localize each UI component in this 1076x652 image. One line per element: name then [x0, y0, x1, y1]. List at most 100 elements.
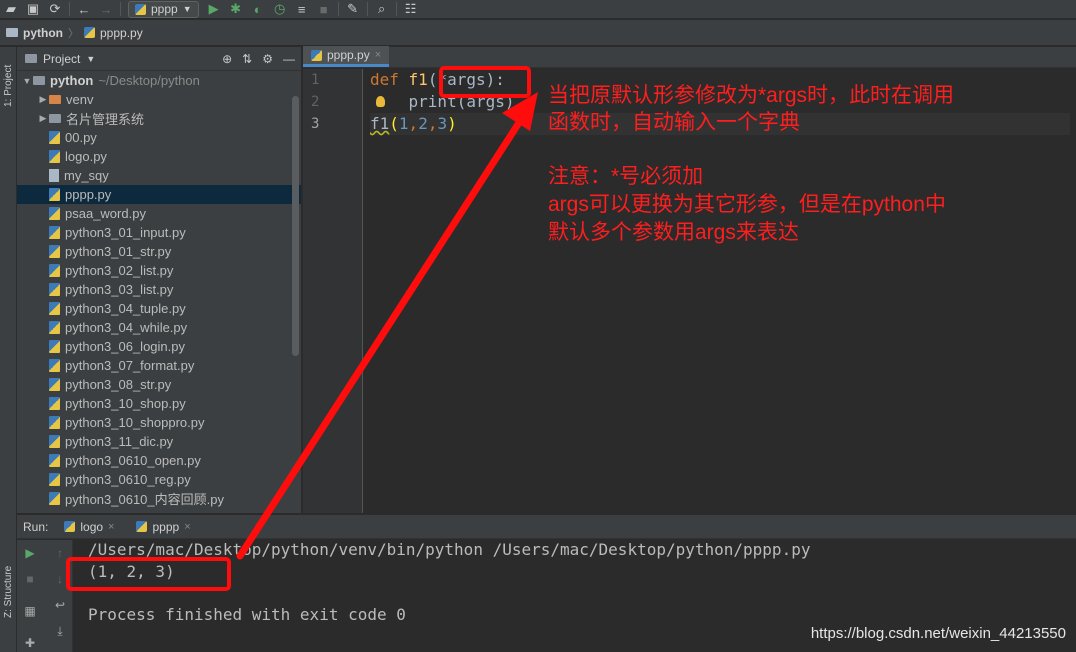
tree-item[interactable]: python3_10_shoppro.py [17, 413, 301, 432]
pin-icon[interactable]: ✚ [21, 634, 39, 652]
tab-pppp-py[interactable]: pppp.py × [303, 46, 390, 67]
tree-item-label: python3_01_input.py [65, 225, 186, 240]
close-tab-icon[interactable]: × [375, 49, 381, 61]
run-icon[interactable]: ▶ [203, 0, 225, 19]
expand-right-icon[interactable]: ▶ [37, 113, 49, 124]
tree-item[interactable]: python3_03_list.py [17, 280, 301, 299]
tree-item[interactable]: python3_07_format.py [17, 356, 301, 375]
tree-item[interactable]: ▶ 名片管理系统 [17, 109, 301, 128]
structure-tree-icon[interactable]: ☷ [400, 0, 422, 19]
tree-root-name: python [50, 73, 94, 88]
forward-arrow-icon[interactable]: → [95, 0, 117, 19]
tree-item[interactable]: 00.py [17, 128, 301, 147]
rerun-icon[interactable]: ▶ [21, 544, 39, 562]
tree-item-label: python3_10_shoppro.py [65, 415, 205, 430]
python-file-icon [49, 359, 60, 372]
open-folder-icon[interactable]: ▰ [0, 0, 22, 19]
run-tab-label: logo [80, 519, 104, 534]
breadcrumb: python 〉 pppp.py [0, 20, 1076, 46]
python-file-icon [49, 150, 60, 163]
tree-item[interactable]: logo.py [17, 147, 301, 166]
folder-icon [49, 95, 61, 104]
expand-down-icon[interactable]: ▼ [21, 76, 33, 86]
main-toolbar: ▰ ▣ ⟳ ← → pppp ▼ ▶ ✱ ◐ ◷ ≡ ■ ✎ ⌕ ☷ [0, 0, 1076, 19]
coverage-icon[interactable]: ◐ [247, 0, 269, 19]
run-config-label: pppp [151, 2, 178, 16]
save-icon[interactable]: ▣ [22, 0, 44, 19]
python-file-icon [49, 188, 60, 201]
structure-tool-tab[interactable]: Z: Structure [1, 552, 16, 632]
run-side-toolbar: ▶ ↑ ■ ↓ ▦ ↩ ⤓ ✚ [17, 540, 73, 652]
layout-icon[interactable]: ▦ [21, 602, 39, 620]
run-tab-logo[interactable]: logo × [58, 515, 120, 539]
tree-item[interactable]: python3_06_login.py [17, 337, 301, 356]
scroll-to-end-icon[interactable]: ⤓ [51, 622, 69, 640]
tree-item-label: venv [66, 92, 94, 107]
annotation-line-1: 当把原默认形参修改为*args时，此时在调用 [548, 84, 955, 107]
expand-right-icon[interactable]: ▶ [37, 94, 49, 105]
tree-item[interactable]: python3_0610_内容回顾.py [17, 489, 301, 508]
tree-root[interactable]: ▼ python ~/Desktop/python [17, 71, 301, 90]
python-file-icon [49, 340, 60, 353]
close-tab-icon[interactable]: × [184, 521, 190, 533]
tree-item[interactable]: python3_02_list.py [17, 261, 301, 280]
hide-panel-icon[interactable]: — [283, 52, 295, 66]
tree-item-label: python3_01_str.py [65, 244, 172, 259]
call-close-paren: ) [447, 114, 457, 133]
tree-item[interactable]: python3_0610_open.py [17, 451, 301, 470]
tree-item[interactable]: python3_01_input.py [17, 223, 301, 242]
tree-item[interactable]: ▶ venv [17, 90, 301, 109]
python-file-icon [49, 302, 60, 315]
function-call-name: f1 [370, 114, 390, 133]
breadcrumb-project[interactable]: python [23, 26, 63, 40]
close-tab-icon[interactable]: × [108, 521, 114, 533]
back-arrow-icon[interactable]: ← [73, 0, 95, 19]
stop-icon[interactable]: ■ [21, 570, 39, 588]
tree-item-label: python3_0610_open.py [65, 453, 201, 468]
collapse-all-icon[interactable]: ⇅ [242, 52, 252, 66]
python-file-icon [49, 207, 60, 220]
console-exit-message: Process finished with exit code 0 [88, 605, 406, 624]
tree-item[interactable]: python3_04_tuple.py [17, 299, 301, 318]
tree-item[interactable]: python3_11_dic.py [17, 432, 301, 451]
breadcrumb-file[interactable]: pppp.py [100, 26, 143, 40]
structure-tool-tab-label: Z: Structure [3, 565, 14, 619]
tree-item[interactable]: python3_01_str.py [17, 242, 301, 261]
stop-icon[interactable]: ■ [313, 0, 335, 19]
build-icon[interactable]: ≡ [291, 0, 313, 19]
soft-wrap-icon[interactable]: ↩ [51, 596, 69, 614]
settings-wrench-icon[interactable]: ✎ [342, 0, 364, 19]
toolbar-divider [120, 2, 121, 16]
tree-item[interactable]: my_sqy [17, 166, 301, 185]
annotation-line-4: args可以更换为其它形参，但是在python中 [548, 193, 946, 216]
tree-item-label: my_sqy [64, 168, 109, 183]
project-panel-header: Project ▼ ⊕ ⇅ ⚙ — [17, 47, 301, 71]
tree-item[interactable]: python3_10_shop.py [17, 394, 301, 413]
chevron-down-icon[interactable]: ▼ [86, 54, 95, 64]
python-file-icon [49, 321, 60, 334]
gear-icon[interactable]: ⚙ [262, 52, 273, 66]
debug-bug-icon[interactable]: ✱ [225, 0, 247, 19]
search-icon[interactable]: ⌕ [371, 0, 393, 19]
scrollbar-thumb[interactable] [292, 96, 299, 356]
tree-item[interactable]: pppp.py [17, 185, 301, 204]
profile-icon[interactable]: ◷ [269, 0, 291, 19]
project-panel-title[interactable]: Project [43, 52, 80, 66]
python-file-icon [64, 521, 76, 532]
run-config-select[interactable]: pppp ▼ [128, 0, 199, 18]
tree-item[interactable]: python3_08_str.py [17, 375, 301, 394]
tree-item[interactable]: python3_04_while.py [17, 318, 301, 337]
python-file-icon [49, 378, 60, 391]
call-open-paren: ( [389, 114, 399, 133]
run-tab-pppp[interactable]: pppp × [130, 515, 196, 539]
tree-item[interactable]: python3_0610_reg.py [17, 470, 301, 489]
project-panel: Project ▼ ⊕ ⇅ ⚙ — ▼ python ~/Desktop/pyt… [17, 47, 302, 513]
tree-item-label: 名片管理系统 [66, 112, 145, 127]
tree-item[interactable]: psaa_word.py [17, 204, 301, 223]
project-tool-tab[interactable]: 1: Project [1, 53, 16, 119]
tree-item-label: logo.py [65, 149, 107, 164]
locate-target-icon[interactable]: ⊕ [222, 52, 232, 66]
line-number: 3 [311, 116, 320, 132]
lightbulb-icon[interactable] [376, 96, 385, 107]
sync-icon[interactable]: ⟳ [44, 0, 66, 19]
